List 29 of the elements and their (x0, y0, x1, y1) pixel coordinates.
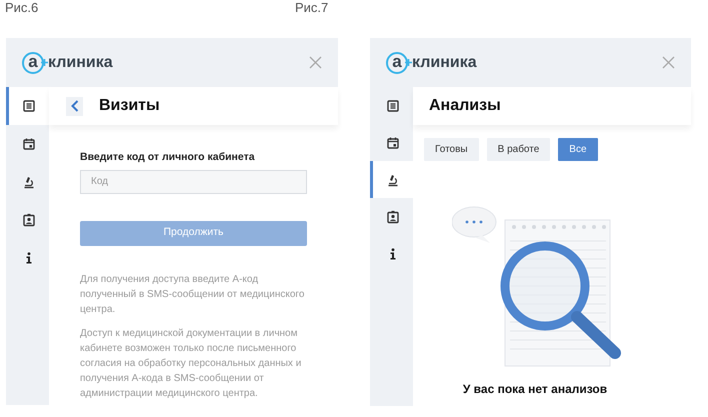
microscope-icon (22, 175, 36, 189)
code-input-field[interactable]: Код (80, 170, 307, 194)
list-icon (386, 98, 400, 112)
info-paragraph: Для получения доступа введите А-код полученный в SMS-сообщении от медицинского центра. (80, 272, 306, 317)
microscope-icon (386, 172, 400, 186)
figure-caption: Рис.7 (295, 0, 328, 15)
sidebar-tab[interactable] (6, 87, 49, 125)
filter-tab[interactable]: Готовы (424, 138, 479, 161)
calendar-icon (22, 137, 36, 151)
empty-state-message: У вас пока нет анализов (462, 381, 608, 398)
plus-icon (405, 59, 412, 66)
logo-text: клиника (48, 52, 113, 72)
plus-icon (41, 59, 48, 66)
logo-text: клиника (412, 52, 477, 72)
figure-caption: Рис.6 (5, 0, 38, 15)
list-icon (22, 99, 36, 113)
chevron-left-icon (70, 100, 78, 112)
calendar-icon (386, 136, 400, 150)
back-button[interactable] (66, 96, 83, 116)
id-badge-icon (22, 213, 36, 227)
filter-tab[interactable]: В работе (486, 138, 550, 161)
logo-mark: а (386, 52, 408, 74)
field-label: Введите код от личного кабинета (80, 150, 256, 165)
id-badge-icon (386, 210, 400, 224)
logo-mark: а (22, 52, 44, 74)
filter-tab[interactable]: Все (558, 138, 598, 161)
page-title: Визиты (99, 96, 160, 116)
page-title: Анализы (429, 96, 501, 116)
info-paragraph: Доступ к медицинской документации в личном кабинете возможен только после письменного согласия на обработку персональных данных и получения А-кода в SMS-сообщении от администрации медицинского центра. (80, 326, 302, 401)
